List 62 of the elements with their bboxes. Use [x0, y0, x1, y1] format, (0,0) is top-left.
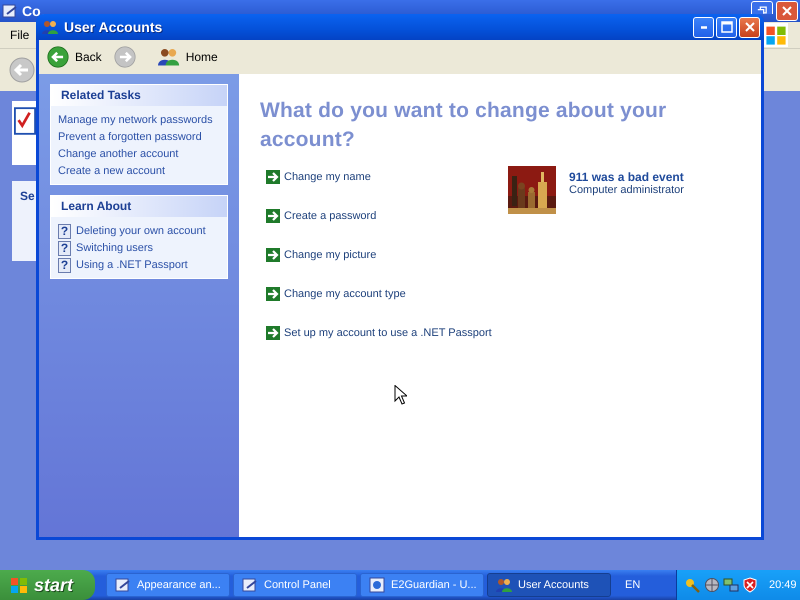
arrow-icon: [266, 248, 280, 262]
restore-icon: [757, 6, 767, 14]
window-title: Co: [22, 3, 41, 19]
task-link[interactable]: Manage my network passwords: [58, 112, 221, 129]
home-button[interactable]: Home: [156, 44, 220, 70]
back-button[interactable]: [9, 57, 35, 83]
back-button[interactable]: Back: [45, 44, 104, 70]
close-icon: [781, 5, 793, 17]
taskbar-button[interactable]: Appearance an...: [106, 573, 230, 597]
page-heading: What do you want to change about your account?: [260, 98, 668, 153]
help-icon: ?: [58, 258, 71, 273]
taskbar-button[interactable]: User Accounts: [487, 573, 611, 597]
mouse-pointer-icon: [394, 385, 407, 405]
clock: 20:49: [769, 579, 797, 591]
browser-icon: [369, 577, 385, 593]
taskbar-button[interactable]: E2Guardian - U...: [360, 573, 484, 597]
folder-icon: [242, 577, 258, 593]
maximize-icon: [720, 21, 732, 33]
task-link[interactable]: Change another account: [58, 146, 221, 163]
folder-icon: [115, 577, 131, 593]
task-link[interactable]: Set up my account to use a .NET Passport: [284, 327, 492, 339]
task-link[interactable]: Change my account type: [284, 288, 406, 300]
maximize-button[interactable]: [716, 16, 737, 38]
people-icon: [158, 46, 180, 68]
people-icon: [496, 577, 512, 593]
task-link[interactable]: Change my picture: [284, 249, 376, 261]
close-icon: [744, 21, 756, 33]
pane-header: Learn About: [51, 196, 227, 217]
menu-item[interactable]: File: [10, 28, 30, 42]
help-icon: ?: [58, 241, 71, 256]
network-icon[interactable]: [723, 577, 739, 593]
task-link[interactable]: Change my name: [284, 171, 371, 183]
task-link[interactable]: Create a password: [284, 210, 376, 222]
users-icon: [42, 19, 58, 35]
task-link[interactable]: Create a new account: [58, 163, 221, 180]
window-title: User Accounts: [64, 19, 162, 35]
start-button[interactable]: start: [0, 570, 95, 600]
arrow-icon: [266, 170, 280, 184]
shield-icon[interactable]: [742, 577, 758, 593]
minimize-icon: [700, 26, 706, 28]
language-indicator[interactable]: EN: [621, 577, 644, 593]
close-button[interactable]: [776, 1, 798, 21]
key-icon[interactable]: [685, 577, 701, 593]
account-type: Computer administrator: [569, 184, 684, 196]
arrow-icon: [266, 326, 280, 340]
help-link[interactable]: Using a .NET Passport: [76, 257, 188, 274]
help-link[interactable]: Deleting your own account: [76, 223, 206, 240]
folder-icon: [2, 3, 18, 19]
globe-icon[interactable]: [704, 577, 720, 593]
taskbar-button[interactable]: Control Panel: [233, 573, 357, 597]
restore-button[interactable]: [751, 1, 773, 14]
account-name: 911 was a bad event: [569, 170, 684, 184]
arrow-icon: [266, 209, 280, 223]
help-link[interactable]: Switching users: [76, 240, 154, 257]
close-button[interactable]: [739, 16, 760, 38]
help-icon: ?: [58, 224, 71, 239]
minimize-button[interactable]: [693, 16, 714, 38]
flag-icon: [9, 575, 29, 595]
arrow-icon: [266, 287, 280, 301]
panel-heading: Se: [20, 189, 35, 203]
pane-header: Related Tasks: [51, 85, 227, 106]
task-link[interactable]: Prevent a forgotten password: [58, 129, 221, 146]
